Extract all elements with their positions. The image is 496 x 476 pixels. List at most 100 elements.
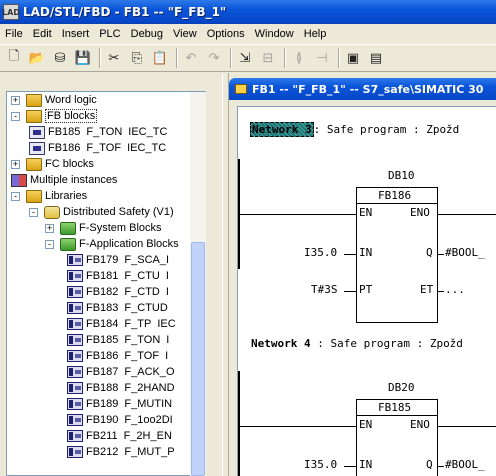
tree-item[interactable]: FB189 F_MUTIN [67, 396, 172, 412]
redo-icon[interactable]: ↷ [204, 48, 224, 68]
in-operand[interactable]: I35.0 [304, 246, 337, 259]
collapse-icon[interactable]: - [11, 111, 20, 121]
tree-item[interactable]: - FB blocks [11, 108, 98, 124]
et-operand[interactable]: ... [445, 283, 465, 296]
tree-item-type: IEC_TC [128, 126, 168, 138]
menu-window[interactable]: Window [252, 28, 301, 40]
editor-title-bar[interactable]: FB1 -- "F_FB_1" -- S7_safe\SIMATIC 30 [229, 78, 496, 100]
toolbar-separator [99, 48, 101, 68]
q-operand[interactable]: #BOOL_ [445, 246, 485, 259]
tree-item-symbol: F_TON [124, 334, 161, 346]
app-icon[interactable]: LAD [2, 4, 20, 20]
tree-item[interactable]: + FC blocks [11, 156, 94, 172]
tree-item[interactable]: - Libraries [11, 188, 87, 204]
catalog-tree[interactable]: + Word logic - FB blocks FB185 F_TON IEC_TC FB1… [6, 91, 206, 476]
download-icon[interactable]: ⇲ [235, 48, 255, 68]
block-name[interactable]: FB185 [378, 401, 411, 414]
tree-item[interactable]: FB185 F_TON I [67, 332, 169, 348]
network-label[interactable]: Network 4 [251, 337, 311, 350]
tree-item-label: FB181 [86, 270, 119, 282]
tree-item[interactable]: FB183 F_CTUD [67, 300, 168, 316]
tree-item[interactable]: FB186 F_TOF I [67, 348, 168, 364]
window-title-bar[interactable]: LAD LAD/STL/FBD - FB1 -- "F_FB_1" [0, 0, 496, 24]
menu-insert[interactable]: Insert [59, 28, 97, 40]
tree-item[interactable]: - Distributed Safety (V1) [29, 204, 174, 220]
tree-item-label: FB211 [86, 430, 118, 442]
collapse-icon[interactable]: - [29, 207, 38, 217]
db-label[interactable]: DB10 [388, 169, 415, 182]
details-icon[interactable]: ▤ [366, 48, 386, 68]
menu-plc[interactable]: PLC [96, 28, 127, 40]
in-operand[interactable]: I35.0 [304, 458, 337, 471]
menu-view[interactable]: View [170, 28, 204, 40]
open-icon[interactable]: 📂 [27, 48, 47, 68]
tree-item[interactable]: FB182 F_CTD I [67, 284, 169, 300]
tree-scrollbar[interactable] [190, 92, 206, 476]
menu-help[interactable]: Help [301, 28, 334, 40]
block-name[interactable]: FB186 [378, 189, 411, 202]
tree-item-label: Libraries [45, 190, 88, 202]
toolbar-separator [230, 48, 232, 68]
undo-icon[interactable]: ↶ [181, 48, 201, 68]
copy-icon[interactable]: ⎘ [127, 48, 147, 68]
menu-options[interactable]: Options [204, 28, 252, 40]
catalog-icon[interactable]: ▣ [343, 48, 363, 68]
collapse-icon[interactable]: - [45, 239, 54, 249]
pin-en: EN [359, 206, 373, 219]
monitor-icon[interactable]: ⊟ [258, 48, 278, 68]
tree-item[interactable]: FB179 F_SCA_I [67, 252, 169, 268]
tree-item[interactable]: FB185 F_TON IEC_TC [29, 124, 167, 140]
network-icon-2[interactable]: ⊣ [312, 48, 332, 68]
blk-icon [67, 318, 83, 330]
menu-edit[interactable]: Edit [30, 28, 59, 40]
tree-item[interactable]: FB187 F_ACK_O [67, 364, 175, 380]
tree-item[interactable]: FB188 F_2HAND [67, 380, 175, 396]
tree-item-label: FB190 [86, 414, 119, 426]
blk-icon [67, 446, 83, 458]
q-operand[interactable]: #BOOL_ [445, 458, 485, 471]
tree-item[interactable]: FB212 F_MUT_P [67, 444, 175, 460]
tree-item-label: FC blocks [45, 158, 94, 170]
collapse-icon[interactable]: - [11, 191, 20, 201]
tree-item[interactable]: - F-Application Blocks [45, 236, 179, 252]
expand-icon[interactable]: + [45, 223, 54, 233]
tree-item[interactable]: FB184 F_TP IEC [67, 316, 176, 332]
tree-item[interactable]: FB190 F_1oo2DI [67, 412, 173, 428]
expand-icon[interactable]: + [11, 159, 20, 169]
tree-item-type: IEC_TC [127, 142, 167, 154]
tree-item[interactable]: + Word logic [11, 92, 97, 108]
tree-item-label: FB179 [86, 254, 119, 266]
ladder-editor[interactable]: Network 3: Safe program : Zpožd DB10 FB1… [237, 106, 496, 476]
pin-en: EN [359, 418, 373, 431]
tree-scrollbar-thumb[interactable] [191, 242, 205, 476]
tree-item-label: FB189 [86, 398, 119, 410]
tree-item[interactable]: FB186 F_TOF IEC_TC [29, 140, 166, 156]
pane-splitter[interactable] [222, 73, 229, 476]
expand-icon[interactable]: + [11, 95, 20, 105]
tree-item[interactable]: + F-System Blocks [45, 220, 162, 236]
paste-icon[interactable]: 📋 [150, 48, 170, 68]
network-comment[interactable]: : Safe program : Zpožd [314, 123, 460, 136]
pt-operand[interactable]: T#3S [311, 283, 338, 296]
tree-item-label: FB184 [86, 318, 119, 330]
db-label[interactable]: DB20 [388, 381, 415, 394]
network-comment[interactable]: : Safe program : Zpožd [317, 337, 463, 350]
online-icon[interactable]: ⛁ [50, 48, 70, 68]
tree-item-label: FB212 [86, 446, 119, 458]
book-icon [26, 109, 42, 123]
new-icon[interactable]: 🗋 [4, 48, 24, 68]
save-icon[interactable]: 💾 [73, 48, 93, 68]
tree-item-label: Word logic [45, 94, 97, 106]
cut-icon[interactable]: ✂ [104, 48, 124, 68]
tree-item-label: FB186 [48, 142, 81, 154]
tree-item[interactable]: FB211 F_2H_EN [67, 428, 172, 444]
tree-item[interactable]: FB181 F_CTU I [67, 268, 169, 284]
pin-et: ET [420, 283, 434, 296]
in-wire [344, 466, 356, 467]
menu-file[interactable]: File [2, 28, 30, 40]
network-label[interactable]: Network 3 [250, 122, 314, 137]
tree-item[interactable]: Multiple instances [11, 172, 117, 188]
menu-debug[interactable]: Debug [128, 28, 170, 40]
tree-item-symbol: F_2H_EN [123, 430, 172, 442]
network-icon[interactable]: ≬ [289, 48, 309, 68]
